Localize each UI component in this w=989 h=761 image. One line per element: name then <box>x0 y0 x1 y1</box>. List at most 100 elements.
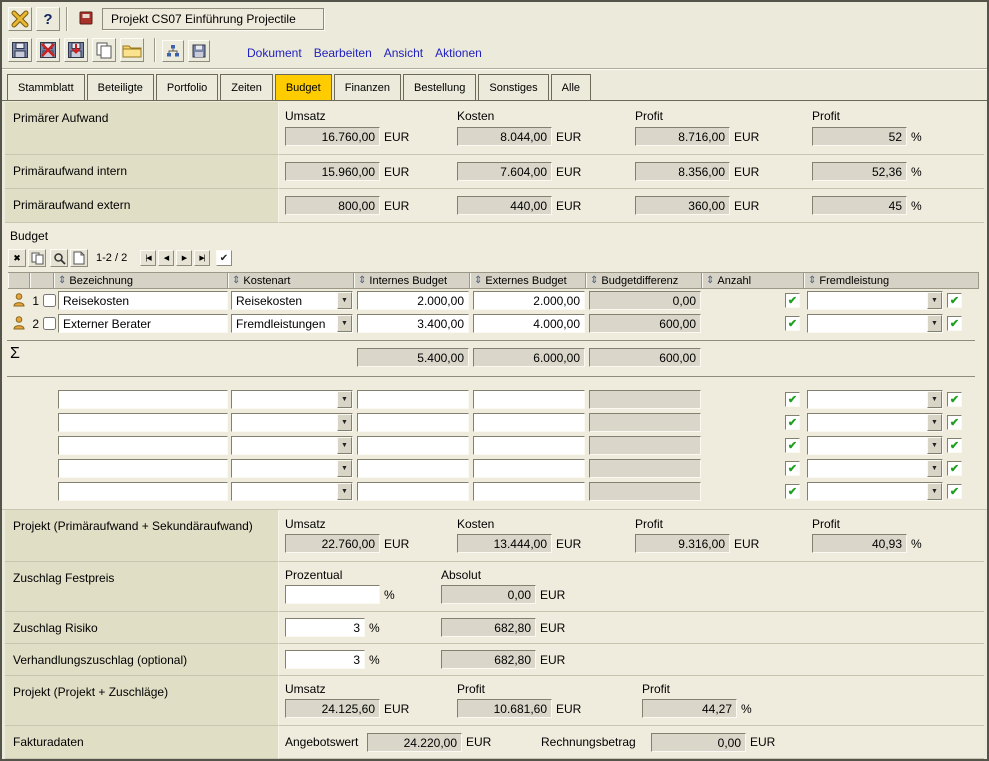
row-checkbox[interactable] <box>43 317 56 330</box>
kostenart-dropdown[interactable]: ▼ <box>231 436 353 455</box>
header-cell-icon[interactable] <box>8 273 30 288</box>
nav-last-button[interactable]: ▶| <box>194 250 210 266</box>
fremdleistung-dropdown[interactable]: ▼ <box>807 390 943 409</box>
new-document-icon <box>73 251 85 265</box>
copy-button[interactable] <box>92 38 116 62</box>
internes-budget-input[interactable] <box>357 459 469 478</box>
row-checkbox[interactable] <box>43 294 56 307</box>
header-label: Budgetdifferenz <box>601 275 678 287</box>
internes-budget-input[interactable] <box>357 413 469 432</box>
nav-prev-button[interactable]: ◀ <box>158 250 174 266</box>
fremdleistung-dropdown[interactable]: ▼ <box>807 482 943 501</box>
kostenart-dropdown[interactable]: Reisekosten ▼ <box>231 291 353 310</box>
nav-next-button[interactable]: ▶ <box>176 250 192 266</box>
delete-button[interactable] <box>36 38 60 62</box>
save-button[interactable] <box>8 38 32 62</box>
select-all-button[interactable]: ✔ <box>216 250 232 266</box>
fremdleistung-dropdown[interactable]: ▼ <box>807 314 943 333</box>
fremdleistung-confirm-button[interactable]: ✔ <box>947 293 962 308</box>
header-cell-anzahl[interactable]: ⇕ Anzahl <box>702 273 804 288</box>
internes-budget-input[interactable] <box>357 390 469 409</box>
save-view-button[interactable] <box>188 40 210 62</box>
fremdleistung-confirm-button[interactable]: ✔ <box>947 461 962 476</box>
header-cell-kostenart[interactable]: ⇕ Kostenart <box>228 273 354 288</box>
table-search-button[interactable] <box>50 249 68 267</box>
person-icon[interactable] <box>13 293 25 310</box>
header-cell-select[interactable] <box>30 273 54 288</box>
tab-zeiten[interactable]: Zeiten <box>220 74 273 101</box>
menu-aktionen[interactable]: Aktionen <box>435 46 482 60</box>
tab-finanzen[interactable]: Finanzen <box>334 74 401 101</box>
externes-budget-input[interactable] <box>473 314 585 333</box>
bezeichnung-input[interactable] <box>58 482 228 501</box>
prozentual-input[interactable] <box>285 650 365 669</box>
anzahl-confirm-button[interactable]: ✔ <box>785 438 800 453</box>
menu-ansicht[interactable]: Ansicht <box>384 46 423 60</box>
internes-budget-input[interactable] <box>357 291 469 310</box>
anzahl-confirm-button[interactable]: ✔ <box>785 484 800 499</box>
export-button[interactable] <box>64 38 88 62</box>
kostenart-dropdown[interactable]: ▼ <box>231 390 353 409</box>
prozentual-input[interactable] <box>285 618 365 637</box>
externes-budget-input[interactable] <box>473 390 585 409</box>
anzahl-confirm-button[interactable]: ✔ <box>785 415 800 430</box>
anzahl-confirm-button[interactable]: ✔ <box>785 392 800 407</box>
tab-sonstiges[interactable]: Sonstiges <box>478 74 548 101</box>
fremdleistung-confirm-button[interactable]: ✔ <box>947 392 962 407</box>
internes-budget-input[interactable] <box>357 314 469 333</box>
menu-dokument[interactable]: Dokument <box>247 46 302 60</box>
table-close-button[interactable]: ✖ <box>8 249 26 267</box>
separator <box>66 7 68 31</box>
header-cell-internes-budget[interactable]: ⇕ Internes Budget <box>354 273 470 288</box>
table-new-button[interactable] <box>70 249 88 267</box>
help-button[interactable]: ? <box>36 7 60 31</box>
fremdleistung-confirm-button[interactable]: ✔ <box>947 484 962 499</box>
person-icon[interactable] <box>13 316 25 333</box>
anzahl-confirm-button[interactable]: ✔ <box>785 461 800 476</box>
tab-budget[interactable]: Budget <box>275 74 332 101</box>
hierarchy-button[interactable] <box>162 40 184 62</box>
externes-budget-input[interactable] <box>473 436 585 455</box>
internes-budget-input[interactable] <box>357 436 469 455</box>
kostenart-dropdown[interactable]: ▼ <box>231 459 353 478</box>
fremdleistung-confirm-button[interactable]: ✔ <box>947 438 962 453</box>
anzahl-confirm-button[interactable]: ✔ <box>785 293 800 308</box>
fremdleistung-confirm-button[interactable]: ✔ <box>947 316 962 331</box>
row-number: 2 <box>27 317 39 331</box>
fremdleistung-dropdown[interactable]: ▼ <box>807 436 943 455</box>
tab-alle[interactable]: Alle <box>551 74 591 101</box>
kostenart-dropdown[interactable]: ▼ <box>231 482 353 501</box>
header-cell-bezeichnung[interactable]: ⇕ Bezeichnung <box>54 273 228 288</box>
header-cell-fremdleistung[interactable]: ⇕ Fremdleistung <box>804 273 979 288</box>
prozentual-input[interactable] <box>285 585 380 604</box>
table-copy-button[interactable] <box>28 249 46 267</box>
fremdleistung-confirm-button[interactable]: ✔ <box>947 415 962 430</box>
tab-portfolio[interactable]: Portfolio <box>156 74 218 101</box>
bezeichnung-input[interactable] <box>58 390 228 409</box>
internes-budget-input[interactable] <box>357 482 469 501</box>
fremdleistung-dropdown[interactable]: ▼ <box>807 459 943 478</box>
fremdleistung-dropdown[interactable]: ▼ <box>807 413 943 432</box>
fremdleistung-dropdown[interactable]: ▼ <box>807 291 943 310</box>
kostenart-dropdown[interactable]: Fremdleistungen ▼ <box>231 314 353 333</box>
menu-bearbeiten[interactable]: Bearbeiten <box>314 46 372 60</box>
bezeichnung-input[interactable] <box>58 459 228 478</box>
bezeichnung-input[interactable] <box>58 436 228 455</box>
tab-beteiligte[interactable]: Beteiligte <box>87 74 154 101</box>
bezeichnung-input[interactable] <box>58 314 228 333</box>
kostenart-dropdown[interactable]: ▼ <box>231 413 353 432</box>
tab-stammblatt[interactable]: Stammblatt <box>7 74 85 101</box>
externes-budget-input[interactable] <box>473 459 585 478</box>
close-button[interactable] <box>8 7 32 31</box>
open-button[interactable] <box>120 38 144 62</box>
header-cell-externes-budget[interactable]: ⇕ Externes Budget <box>470 273 586 288</box>
externes-budget-input[interactable] <box>473 291 585 310</box>
bezeichnung-input[interactable] <box>58 413 228 432</box>
bezeichnung-input[interactable] <box>58 291 228 310</box>
externes-budget-input[interactable] <box>473 413 585 432</box>
header-cell-budgetdifferenz[interactable]: ⇕ Budgetdifferenz <box>586 273 702 288</box>
nav-first-button[interactable]: |◀ <box>140 250 156 266</box>
tab-bestellung[interactable]: Bestellung <box>403 74 476 101</box>
anzahl-confirm-button[interactable]: ✔ <box>785 316 800 331</box>
externes-budget-input[interactable] <box>473 482 585 501</box>
